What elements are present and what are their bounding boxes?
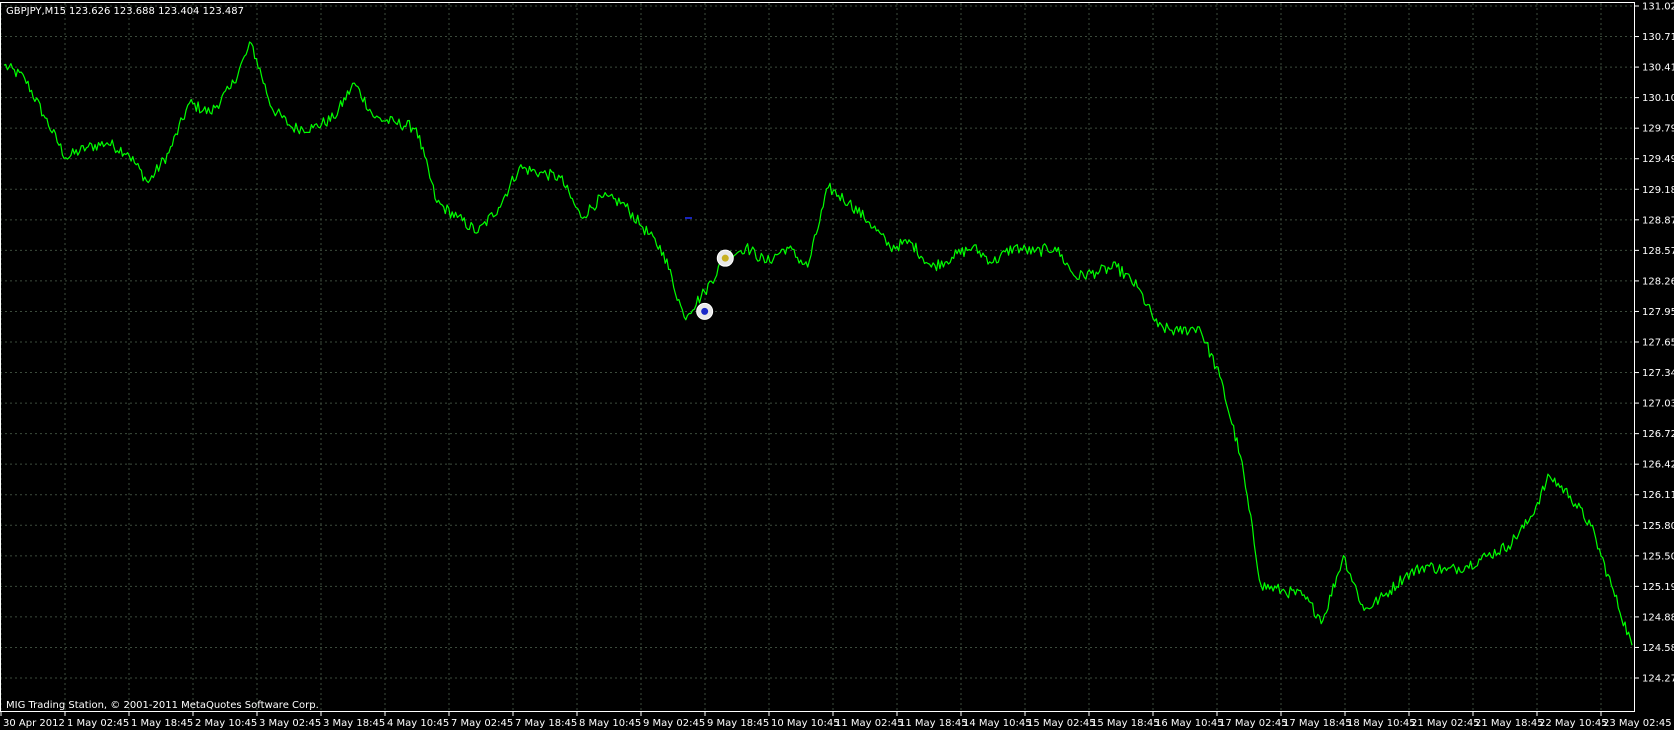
- x-tick-label: 16 May 10:45: [1155, 718, 1224, 729]
- x-tick-label: 1 May 18:45: [131, 718, 193, 729]
- copyright-label: MIG Trading Station, © 2001-2011 MetaQuo…: [6, 700, 319, 711]
- x-tick-label: 11 May 02:45: [835, 718, 904, 729]
- y-tick-label: 124.270: [1642, 674, 1674, 685]
- y-tick-label: 131.025: [1642, 2, 1674, 13]
- y-tick-label: 126.115: [1642, 490, 1674, 501]
- y-tick-label: 125.500: [1642, 551, 1674, 562]
- x-tick-label: 3 May 02:45: [259, 718, 321, 729]
- y-tick-label: 130.715: [1642, 32, 1674, 43]
- order-open-marker-icon: [696, 302, 714, 320]
- x-tick-label: 8 May 10:45: [579, 718, 641, 729]
- price-chart[interactable]: 131.025 130.715 130.410 130.105 129.795 129.4…: [0, 0, 1674, 730]
- y-tick-label: 127.650: [1642, 338, 1674, 349]
- x-tick-label: 7 May 02:45: [451, 718, 513, 729]
- y-tick-label: 128.875: [1642, 215, 1674, 226]
- order-close-marker-icon: [716, 249, 734, 267]
- x-tick-label: 7 May 18:45: [515, 718, 577, 729]
- y-tick-label: 127.955: [1642, 307, 1674, 318]
- x-tick-label: 15 May 18:45: [1091, 718, 1160, 729]
- y-tick-label: 125.195: [1642, 582, 1674, 593]
- x-tick-label: 9 May 02:45: [643, 718, 705, 729]
- y-tick-label: 129.490: [1642, 154, 1674, 165]
- x-tick-label: 17 May 18:45: [1283, 718, 1352, 729]
- x-tick-label: 10 May 10:45: [771, 718, 840, 729]
- y-tick-label: 128.260: [1642, 276, 1674, 287]
- symbol-timeframe-label: GBPJPY,M15: [6, 6, 66, 17]
- y-tick-label: 128.570: [1642, 246, 1674, 257]
- x-tick-label: 21 May 02:45: [1411, 718, 1480, 729]
- y-tick-label: 125.805: [1642, 521, 1674, 532]
- y-tick-label: 126.420: [1642, 460, 1674, 471]
- x-tick-label: 2 May 10:45: [195, 718, 257, 729]
- chart-background: [0, 0, 1674, 730]
- ohlc-readout: 123.626 123.688 123.404 123.487: [69, 6, 244, 17]
- y-tick-label: 124.885: [1642, 612, 1674, 623]
- x-tick-label: 22 May 10:45: [1539, 718, 1608, 729]
- x-tick-label: 4 May 10:45: [387, 718, 449, 729]
- x-tick-label: 21 May 18:45: [1475, 718, 1544, 729]
- y-tick-label: 127.035: [1642, 399, 1674, 410]
- x-tick-label: 9 May 18:45: [707, 718, 769, 729]
- y-tick-label: 130.410: [1642, 63, 1674, 74]
- y-tick-label: 124.580: [1642, 643, 1674, 654]
- x-tick-label: 17 May 02:45: [1219, 718, 1288, 729]
- y-tick-label: 126.725: [1642, 429, 1674, 440]
- x-tick-label: 30 Apr 2012: [3, 718, 65, 729]
- y-tick-label: 127.340: [1642, 368, 1674, 379]
- x-tick-label: 15 May 02:45: [1027, 718, 1096, 729]
- x-tick-label: 14 May 10:45: [963, 718, 1032, 729]
- y-tick-label: 130.105: [1642, 93, 1674, 104]
- x-tick-label: 23 May 02:45: [1603, 718, 1672, 729]
- x-tick-label: 18 May 10:45: [1347, 718, 1416, 729]
- y-tick-label: 129.185: [1642, 185, 1674, 196]
- y-tick-label: 129.795: [1642, 124, 1674, 135]
- x-tick-label: 11 May 18:45: [899, 718, 968, 729]
- x-tick-label: 1 May 02:45: [67, 718, 129, 729]
- x-tick-label: 3 May 18:45: [323, 718, 385, 729]
